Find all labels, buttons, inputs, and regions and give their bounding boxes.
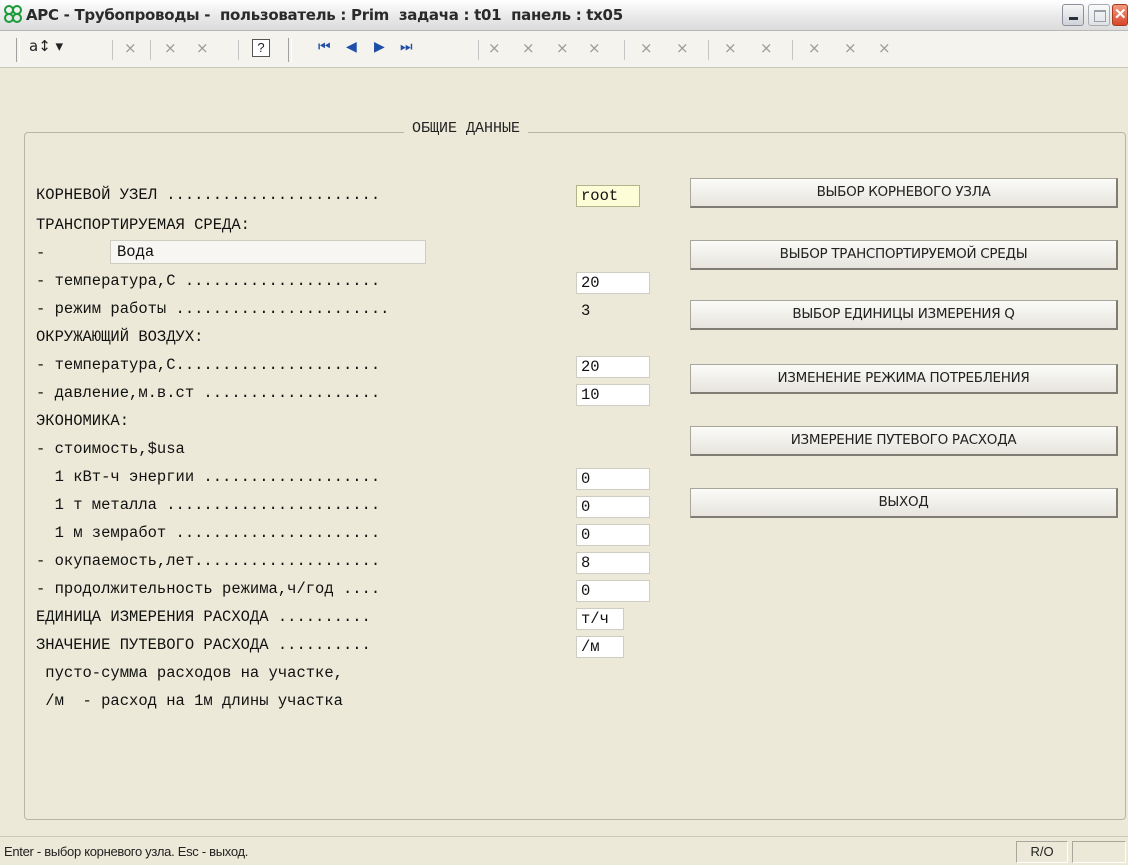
help-button[interactable]: ? <box>252 39 270 57</box>
earthwork-cost-field[interactable]: 0 <box>576 524 650 546</box>
duration-label: - продолжительность режима,ч/год .... <box>36 580 381 598</box>
disabled-tool-icon: × <box>124 39 137 57</box>
exit-button[interactable]: ВЫХОД <box>690 488 1118 518</box>
status-hint: Enter - выбор корневого узла. Esc - выхо… <box>4 844 249 859</box>
air-header: ОКРУЖАЮЩИЙ ВОЗДУХ: <box>36 328 204 346</box>
duration-field[interactable]: 0 <box>576 580 650 602</box>
close-button[interactable]: ✕ <box>1112 4 1128 26</box>
sort-button[interactable]: a↕ ▾ <box>29 37 63 55</box>
disabled-tool-icon: × <box>196 39 209 57</box>
air-pressure-label: - давление,м.в.ст ................... <box>36 384 381 402</box>
toolbar: a↕ ▾ × × × ? ⏮ ◀ ▶ ⏭ × × × × × × × × × ×… <box>0 31 1128 68</box>
minimize-button[interactable] <box>1062 4 1084 26</box>
disabled-tool-icon: × <box>878 39 891 57</box>
status-mode: R/O <box>1030 844 1054 859</box>
toolbar-separator <box>150 40 151 60</box>
disabled-tool-icon: × <box>522 39 535 57</box>
energy-cost-field[interactable]: 0 <box>576 468 650 490</box>
select-medium-button[interactable]: ВЫБОР ТРАНСПОРТИРУЕМОЙ СРЕДЫ <box>690 240 1118 270</box>
mode-label: - режим работы ....................... <box>36 300 390 318</box>
select-unit-button[interactable]: ВЫБОР ЕДИНИЦЫ ИЗМЕРЕНИЯ Q <box>690 300 1118 330</box>
disabled-tool-icon: × <box>640 39 653 57</box>
disabled-tool-icon: × <box>808 39 821 57</box>
path-flow-field[interactable]: /м <box>576 636 624 658</box>
prev-record-icon[interactable]: ◀ <box>346 39 357 55</box>
last-record-icon[interactable]: ⏭ <box>400 39 413 55</box>
maximize-button[interactable] <box>1088 4 1110 26</box>
flow-unit-label: ЕДИНИЦА ИЗМЕРЕНИЯ РАСХОДА .......... <box>36 608 371 626</box>
next-record-icon[interactable]: ▶ <box>374 39 385 55</box>
note-line-1: пусто-сумма расходов на участке, <box>36 664 343 682</box>
disabled-tool-icon: × <box>724 39 737 57</box>
minimize-icon <box>1069 17 1078 20</box>
earthwork-cost-label: 1 м земработ ...................... <box>36 524 381 542</box>
economy-header: ЭКОНОМИКА: <box>36 412 130 430</box>
root-node-field[interactable]: root <box>576 185 640 207</box>
disabled-tool-icon: × <box>164 39 177 57</box>
path-flow-button[interactable]: ИЗМЕРЕНИЕ ПУТЕВОГО РАСХОДА <box>690 426 1118 456</box>
payback-label: - окупаемость,лет.................... <box>36 552 381 570</box>
note-line-2: /м - расход на 1м длины участка <box>36 692 343 710</box>
status-mode-pane: R/O <box>1016 841 1068 863</box>
toolbar-separator <box>792 40 793 60</box>
app-icon <box>4 5 22 23</box>
toolbar-separator <box>624 40 625 60</box>
medium-dash: - <box>36 244 46 262</box>
mode-field: 3 <box>576 300 650 322</box>
group-title: ОБЩИЕ ДАННЫЕ <box>404 120 529 137</box>
toolbar-grip <box>16 38 20 62</box>
status-bar: Enter - выбор корневого узла. Esc - выхо… <box>0 836 1128 865</box>
medium-temp-label: - температура,С ..................... <box>36 272 381 290</box>
payback-field[interactable]: 8 <box>576 552 650 574</box>
toolbar-separator <box>478 40 479 60</box>
medium-temp-field[interactable]: 20 <box>576 272 650 294</box>
cost-header: - стоимость,$usa <box>36 440 185 458</box>
disabled-tool-icon: × <box>676 39 689 57</box>
toolbar-separator <box>112 40 113 60</box>
metal-cost-label: 1 т металла ....................... <box>36 496 381 514</box>
close-icon: ✕ <box>1114 6 1127 23</box>
toolbar-separator <box>708 40 709 60</box>
medium-header: ТРАНСПОРТИРУЕМАЯ СРЕДА: <box>36 216 250 234</box>
path-flow-label: ЗНАЧЕНИЕ ПУТЕВОГО РАСХОДА .......... <box>36 636 371 654</box>
title-bar: АРС - Трубопроводы - пользователь : Prim… <box>0 0 1128 31</box>
air-temp-label: - температура,С...................... <box>36 356 381 374</box>
metal-cost-field[interactable]: 0 <box>576 496 650 518</box>
change-mode-button[interactable]: ИЗМЕНЕНИЕ РЕЖИМА ПОТРЕБЛЕНИЯ <box>690 364 1118 394</box>
medium-field[interactable]: Вода <box>110 240 426 264</box>
first-record-icon[interactable]: ⏮ <box>318 39 331 55</box>
energy-cost-label: 1 кВт-ч энергии ................... <box>36 468 381 486</box>
window-title: АРС - Трубопроводы - пользователь : Prim… <box>26 6 623 24</box>
root-node-label: КОРНЕВОЙ УЗЕЛ ....................... <box>36 186 381 204</box>
toolbar-separator <box>238 40 239 60</box>
select-root-node-button[interactable]: ВЫБОР КОРНЕВОГО УЗЛА <box>690 178 1118 208</box>
disabled-tool-icon: × <box>760 39 773 57</box>
air-pressure-field[interactable]: 10 <box>576 384 650 406</box>
disabled-tool-icon: × <box>844 39 857 57</box>
disabled-tool-icon: × <box>588 39 601 57</box>
disabled-tool-icon: × <box>556 39 569 57</box>
maximize-icon <box>1094 10 1106 22</box>
toolbar-grip <box>288 38 292 62</box>
flow-unit-field[interactable]: т/ч <box>576 608 624 630</box>
disabled-tool-icon: × <box>488 39 501 57</box>
air-temp-field[interactable]: 20 <box>576 356 650 378</box>
status-extra-pane <box>1072 841 1126 863</box>
